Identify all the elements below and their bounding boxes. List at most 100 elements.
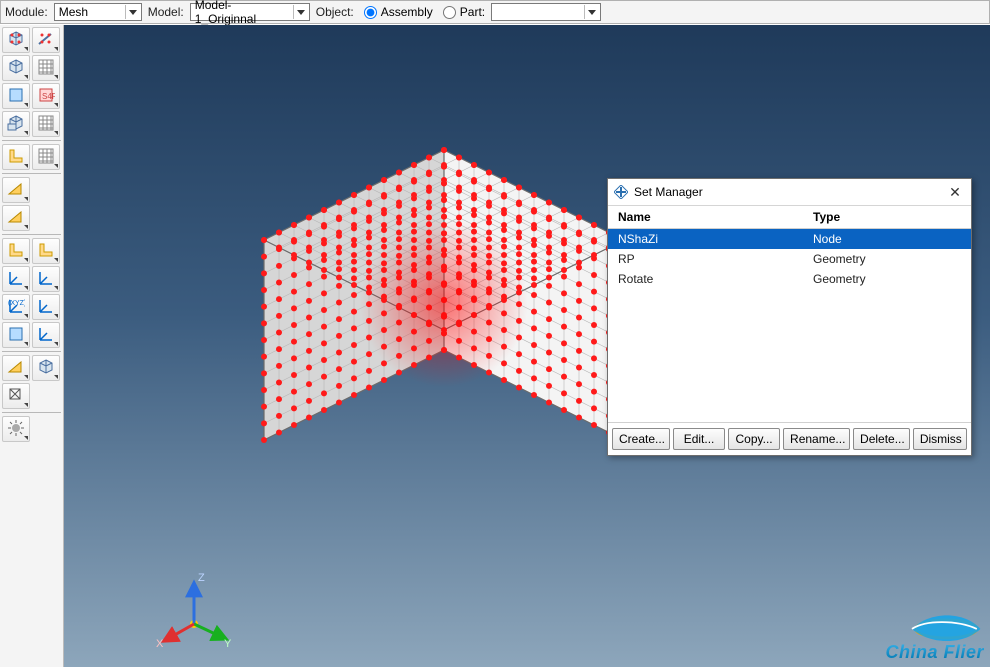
assign-controls-button[interactable] [2,83,30,109]
flyout-arrow-icon [24,258,28,262]
radio-part-input[interactable] [443,6,456,19]
part-combo[interactable] [491,3,601,21]
col-type-header[interactable]: Type [813,210,971,224]
dialog-headers: Name Type [608,206,971,229]
mesh-table-button[interactable] [32,111,60,137]
datum-csys-button[interactable] [32,294,60,320]
assembly-label: Assembly [381,5,433,19]
mesh-stack-icon [7,114,25,135]
boolean-part-button[interactable] [32,238,60,264]
flyout-arrow-icon [54,164,58,168]
edit-button[interactable]: Edit... [673,428,725,450]
copy-button[interactable]: Copy... [728,428,780,450]
flyout-arrow-icon [54,286,58,290]
module-combo[interactable]: Mesh [54,3,142,21]
create-button[interactable]: Create... [612,428,670,450]
mesh-part-icon [7,58,25,79]
set-row[interactable]: NShaZiNode [608,229,971,249]
app-icon [614,185,628,199]
partition-mesh-icon [37,358,55,379]
datum-xyz-button[interactable]: (XYZ) [2,294,30,320]
sweep-mesh-button[interactable] [2,355,30,381]
watermark-text: China Flier [885,643,984,661]
radio-assembly-input[interactable] [364,6,377,19]
assign-element-type-icon: S4R [37,86,55,107]
object-part-radio[interactable]: Part: [439,5,485,19]
flyout-arrow-icon [54,342,58,346]
offset-datum-icon [7,325,25,346]
set-type: Node [813,232,971,246]
seed-part-icon [7,30,25,51]
dialog-title: Set Manager [634,185,703,199]
model-value: Model-1_Originnal [195,0,293,26]
flyout-arrow-icon [24,436,28,440]
set-name: Rotate [608,272,813,286]
module-value: Mesh [59,5,88,19]
flyout-arrow-icon [24,314,28,318]
mesh-region-button[interactable] [32,55,60,81]
dialog-list[interactable]: NShaZiNodeRPGeometryRotateGeometry [608,229,971,422]
chevron-down-icon [125,5,140,19]
dismiss-button[interactable]: Dismiss [913,428,967,450]
part-label: Part: [460,5,485,19]
element-shape-icon [7,386,25,407]
query-set-icon [7,208,25,229]
flyout-arrow-icon [24,286,28,290]
triad-z-label: Z [198,572,205,584]
seed-edge-icon [37,30,55,51]
dialog-titlebar[interactable]: Set Manager ✕ [608,179,971,206]
rotate-datum-button[interactable] [32,322,60,348]
mesh-stack-button[interactable] [2,111,30,137]
delete-button[interactable]: Delete... [853,428,910,450]
rename-button[interactable]: Rename... [783,428,850,450]
model-label: Model: [148,5,184,19]
datum-xyz-icon: (XYZ) [7,297,25,318]
set-row[interactable]: RPGeometry [608,249,971,269]
flyout-arrow-icon [24,225,28,229]
partition-mesh-button[interactable] [32,355,60,381]
flyout-arrow-icon [54,375,58,379]
set-row[interactable]: RotateGeometry [608,269,971,289]
assign-element-type-button[interactable]: S4R [32,83,60,109]
object-label: Object: [316,5,354,19]
element-shape-button[interactable] [2,383,30,409]
flyout-arrow-icon [24,103,28,107]
triad: Z Y X [154,569,234,649]
boolean-cell-button[interactable] [2,238,30,264]
create-datum-button[interactable] [2,266,30,292]
seed-edge-button[interactable] [32,27,60,53]
object-assembly-radio[interactable]: Assembly [360,5,433,19]
tools-button[interactable] [2,416,30,442]
set-manager-dialog: Set Manager ✕ Name Type NShaZiNodeRPGeom… [607,178,972,456]
create-datum-icon [7,269,25,290]
model-combo[interactable]: Model-1_Originnal [190,3,310,21]
boolean-cell-icon [7,241,25,262]
partition-cell-button[interactable] [2,144,30,170]
context-bar: Module: Mesh Model: Model-1_Originnal Ob… [0,0,990,24]
set-type: Geometry [813,272,971,286]
verify-mesh-button[interactable] [2,177,30,203]
measure-grid-button[interactable] [32,144,60,170]
mesh-part-button[interactable] [2,55,30,81]
flyout-arrow-icon [54,258,58,262]
module-label: Module: [5,5,48,19]
flyout-arrow-icon [24,47,28,51]
flyout-arrow-icon [54,131,58,135]
col-name-header[interactable]: Name [608,210,813,224]
flyout-arrow-icon [24,75,28,79]
datum-axis-button[interactable] [32,266,60,292]
chevron-down-icon [293,5,308,19]
offset-datum-button[interactable] [2,322,30,348]
dialog-buttons: Create... Edit... Copy... Rename... Dele… [608,422,971,455]
flyout-arrow-icon [24,197,28,201]
flyout-arrow-icon [54,75,58,79]
watermark: China Flier [885,609,984,661]
seed-part-button[interactable] [2,27,30,53]
set-type: Geometry [813,252,971,266]
flyout-arrow-icon [24,403,28,407]
flyout-arrow-icon [24,375,28,379]
query-set-button[interactable] [2,205,30,231]
triad-x-label: X [156,638,164,649]
datum-csys-icon [37,297,55,318]
close-icon[interactable]: ✕ [945,183,965,201]
